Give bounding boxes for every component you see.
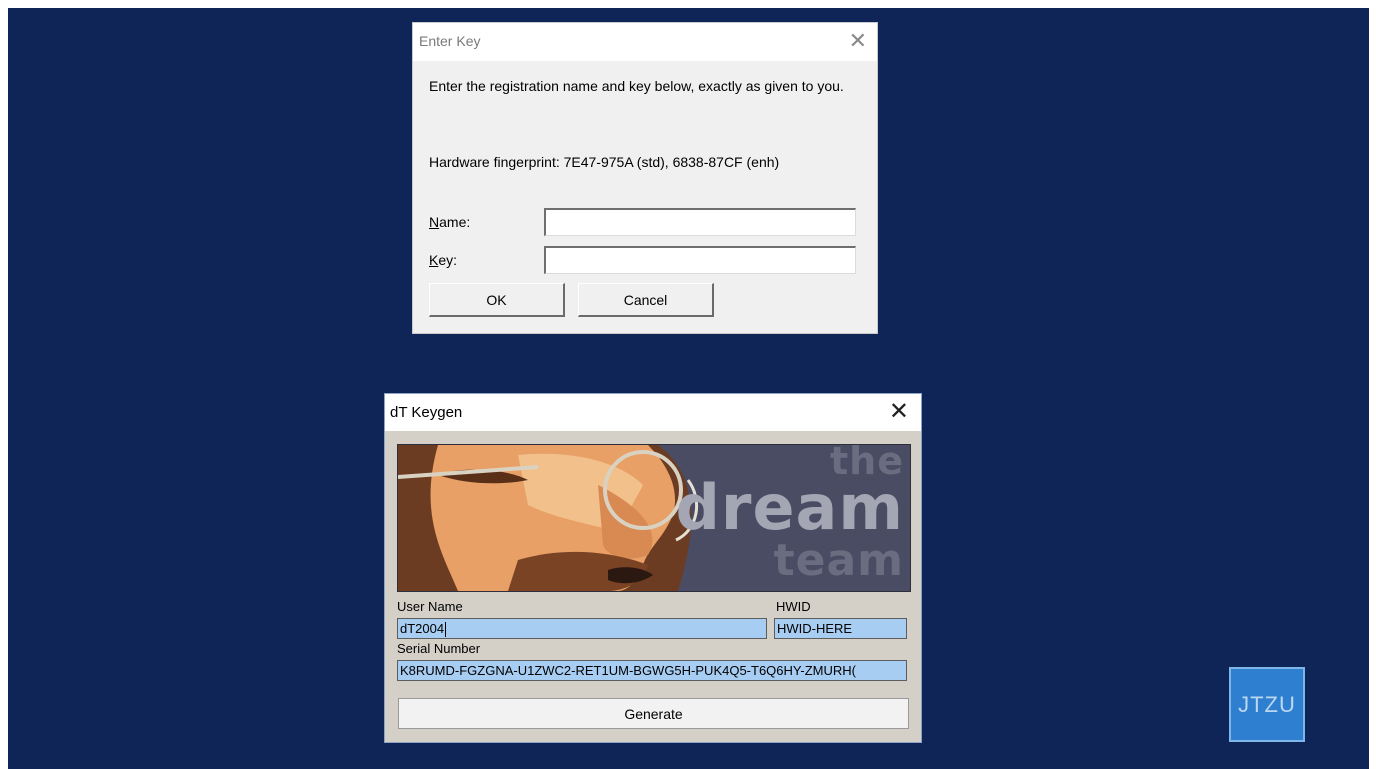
dream-team-banner: the dream team xyxy=(397,444,911,592)
name-label: Name: xyxy=(429,214,471,230)
hwid-label: HWID xyxy=(776,599,811,614)
banner-text-dream: dream xyxy=(675,471,904,544)
name-field[interactable] xyxy=(544,208,856,236)
keygen-titlebar[interactable]: dT Keygen ✕ xyxy=(385,394,921,431)
keygen-title: dT Keygen xyxy=(390,404,463,421)
enter-key-dialog: Enter Key ✕ Enter the registration name … xyxy=(413,23,877,333)
hwid-input[interactable]: HWID-HERE xyxy=(774,618,907,639)
cancel-button[interactable]: Cancel xyxy=(578,283,714,317)
instructions-text: Enter the registration name and key belo… xyxy=(429,78,844,94)
enter-key-title: Enter Key xyxy=(419,33,481,49)
close-icon[interactable]: ✕ xyxy=(889,399,909,425)
jtzu-watermark: JTZU xyxy=(1229,667,1305,742)
user-name-label: User Name xyxy=(397,599,463,614)
close-icon[interactable]: ✕ xyxy=(849,28,867,54)
generate-button[interactable]: Generate xyxy=(398,698,909,729)
serial-number-label: Serial Number xyxy=(397,641,481,656)
enter-key-titlebar[interactable]: Enter Key ✕ xyxy=(413,23,877,61)
key-label: Key: xyxy=(429,252,458,268)
serial-number-input[interactable]: K8RUMD-FGZGNA-U1ZWC2-RET1UM-BGWG5H-PUK4Q… xyxy=(397,660,907,681)
text-caret xyxy=(445,622,447,638)
hardware-fingerprint-text: Hardware fingerprint: 7E47-975A (std), 6… xyxy=(429,154,780,170)
key-field[interactable] xyxy=(544,246,856,274)
banner-text-team: team xyxy=(773,535,904,586)
keygen-dialog: dT Keygen ✕ the dream team User Name dT2 xyxy=(385,394,921,742)
ok-button[interactable]: OK xyxy=(429,283,565,317)
user-name-input[interactable]: dT2004 xyxy=(397,618,767,639)
